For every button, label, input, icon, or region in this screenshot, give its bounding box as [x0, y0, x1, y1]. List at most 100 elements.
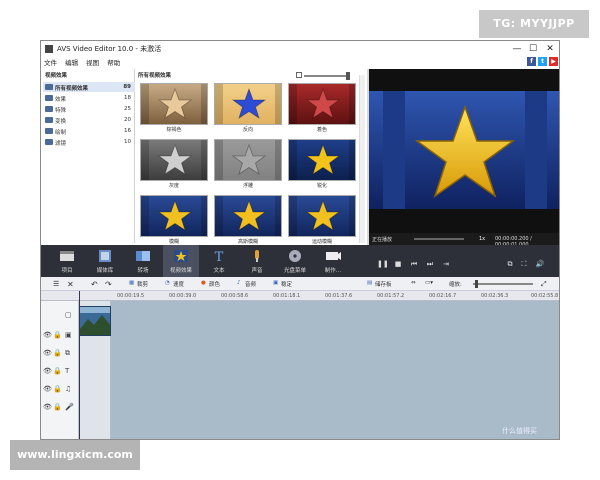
timeline-tracks[interactable]	[41, 301, 559, 439]
effect-thumbnail[interactable]	[140, 83, 208, 125]
watermark-top: TG: MYYJJPP	[479, 10, 589, 38]
toolbar-video-effects-button[interactable]: 视频效果	[163, 245, 199, 277]
audio-track-icon[interactable]: ♫	[65, 385, 71, 393]
thumbnail-size-slider[interactable]	[304, 75, 350, 77]
zoom-slider-handle[interactable]	[475, 280, 478, 288]
effect-thumbnail[interactable]	[140, 139, 208, 181]
video-track-icon[interactable]: ▢	[65, 311, 72, 319]
toolbar-audio-button[interactable]: 声音	[239, 245, 275, 277]
step-forward-button[interactable]: ⇥	[441, 259, 451, 269]
display-mode-icon[interactable]: ▭▾	[425, 280, 433, 286]
grid-scrollbar[interactable]	[359, 75, 365, 243]
lock-icon[interactable]: 🔒	[53, 367, 62, 375]
voice-track-icon[interactable]: 🎤	[65, 403, 74, 411]
previous-frame-button[interactable]: ⏮	[409, 259, 419, 269]
ruler-tick: 00:01:18.1	[273, 293, 301, 299]
tree-item-effects[interactable]: 效果 18	[43, 93, 135, 103]
title-bar: AVS Video Editor 10.0 - 未激活 — ☐ ✕	[41, 41, 559, 57]
toolbar-project-button[interactable]: 项目	[49, 245, 85, 277]
toolbar-produce-button[interactable]: 制作…	[315, 245, 351, 277]
delete-icon[interactable]: ✕	[67, 280, 74, 289]
menu-help[interactable]: 帮助	[107, 59, 120, 67]
lock-icon[interactable]: 🔒	[53, 331, 62, 339]
visible-toggle-icon[interactable]: 👁	[43, 331, 52, 339]
menu-edit[interactable]: 编辑	[65, 59, 78, 67]
snapshot-button[interactable]: ⧉	[505, 259, 515, 269]
visible-toggle-icon[interactable]: 👁	[43, 367, 52, 375]
visible-toggle-icon[interactable]: 👁	[43, 385, 52, 393]
toolbar-text-button[interactable]: T 文本	[201, 245, 237, 277]
effect-preview-image	[215, 140, 281, 180]
crop-icon: ▦	[129, 280, 135, 286]
tree-item-count: 16	[124, 128, 131, 134]
audio-button[interactable]: 音频	[245, 280, 256, 288]
grid-header: 所有视频效果	[138, 73, 172, 79]
stop-button[interactable]: ■	[393, 259, 403, 269]
timeline-playhead[interactable]	[79, 291, 80, 439]
tree-item-transform[interactable]: 变换 20	[43, 115, 135, 125]
timeline-ruler[interactable]: 00:00:19.5 00:00:39.0 00:00:58.6 00:01:1…	[41, 291, 559, 301]
stabilize-button[interactable]: 稳定	[281, 280, 292, 288]
visible-toggle-icon[interactable]: 👁	[43, 349, 52, 357]
effect-thumbnail[interactable]	[288, 139, 356, 181]
effect-track-icon[interactable]: ▣	[65, 331, 72, 339]
speed-button[interactable]: 速度	[173, 280, 184, 288]
slider-handle[interactable]	[346, 72, 350, 80]
toolbar-disc-menu-button[interactable]: 光盘菜单	[277, 245, 313, 277]
ruler-tick: 00:01:57.2	[377, 293, 405, 299]
effect-thumbnail[interactable]	[288, 83, 356, 125]
toolbar-transition-button[interactable]: 转场	[125, 245, 161, 277]
zoom-slider[interactable]	[473, 283, 533, 285]
lock-icon[interactable]: 🔒	[53, 403, 62, 411]
tree-item-draw[interactable]: 绘制 16	[43, 126, 135, 136]
twitter-icon[interactable]: t	[538, 57, 547, 66]
pause-button[interactable]: ❚❚	[377, 259, 389, 269]
storyboard-button[interactable]: 储存板	[375, 280, 392, 288]
produce-icon	[326, 252, 341, 260]
tree-item-all[interactable]: 所有视频效果 89	[43, 82, 135, 92]
color-icon: ●	[201, 280, 206, 286]
playback-speed[interactable]: 1x	[479, 236, 485, 242]
lock-icon[interactable]: 🔒	[53, 349, 62, 357]
effect-label: 锐化	[316, 183, 327, 189]
facebook-icon[interactable]: f	[527, 57, 536, 66]
color-button[interactable]: 颜色	[209, 280, 220, 288]
disc-menu-icon	[289, 250, 301, 262]
video-clip[interactable]	[79, 306, 111, 336]
menu-view[interactable]: 视图	[86, 59, 99, 67]
effect-label: 高斯模糊	[237, 239, 258, 245]
text-track-icon[interactable]: T	[65, 367, 69, 375]
effect-thumbnail[interactable]	[288, 195, 356, 237]
crop-button[interactable]: 裁剪	[137, 280, 148, 288]
redo-icon[interactable]: ↷	[105, 280, 112, 289]
fullscreen-button[interactable]: ⛶	[519, 259, 529, 269]
volume-button[interactable]: 🔊	[535, 259, 545, 269]
visible-toggle-icon[interactable]: 👁	[43, 403, 52, 411]
maximize-button[interactable]: ☐	[527, 43, 539, 55]
toolbar-media-library-button[interactable]: 媒体库	[87, 245, 123, 277]
effect-preview-image	[289, 84, 355, 124]
close-button[interactable]: ✕	[544, 43, 556, 55]
next-frame-button[interactable]: ⏭	[425, 259, 435, 269]
lock-icon[interactable]: 🔒	[53, 385, 62, 393]
effect-label: 棕褐色	[166, 127, 182, 133]
effect-thumbnail[interactable]	[140, 195, 208, 237]
storyboard-icon[interactable]: ☰	[53, 280, 59, 288]
view-mode-icon[interactable]	[296, 72, 302, 78]
minimize-button[interactable]: —	[511, 43, 523, 55]
fit-icon[interactable]: ⇔	[411, 280, 416, 286]
menu-file[interactable]: 文件	[44, 59, 57, 67]
effect-thumbnail[interactable]	[214, 139, 282, 181]
tree-item-label: 变换	[55, 119, 67, 125]
effect-thumbnail[interactable]	[214, 83, 282, 125]
effect-thumbnail[interactable]	[214, 195, 282, 237]
undo-icon[interactable]: ↶	[91, 280, 98, 289]
tree-item-filter[interactable]: 滤镜 10	[43, 137, 135, 147]
zoom-fit-icon[interactable]: ⤢	[541, 280, 547, 289]
overlay-track-icon[interactable]: ⧉	[65, 349, 70, 358]
tree-item-special[interactable]: 特殊 25	[43, 104, 135, 114]
volume-track[interactable]	[414, 238, 464, 240]
toolbar-label: 媒体库	[96, 268, 114, 274]
effect-preview-image	[141, 140, 207, 180]
youtube-icon[interactable]: ▶	[549, 57, 558, 66]
